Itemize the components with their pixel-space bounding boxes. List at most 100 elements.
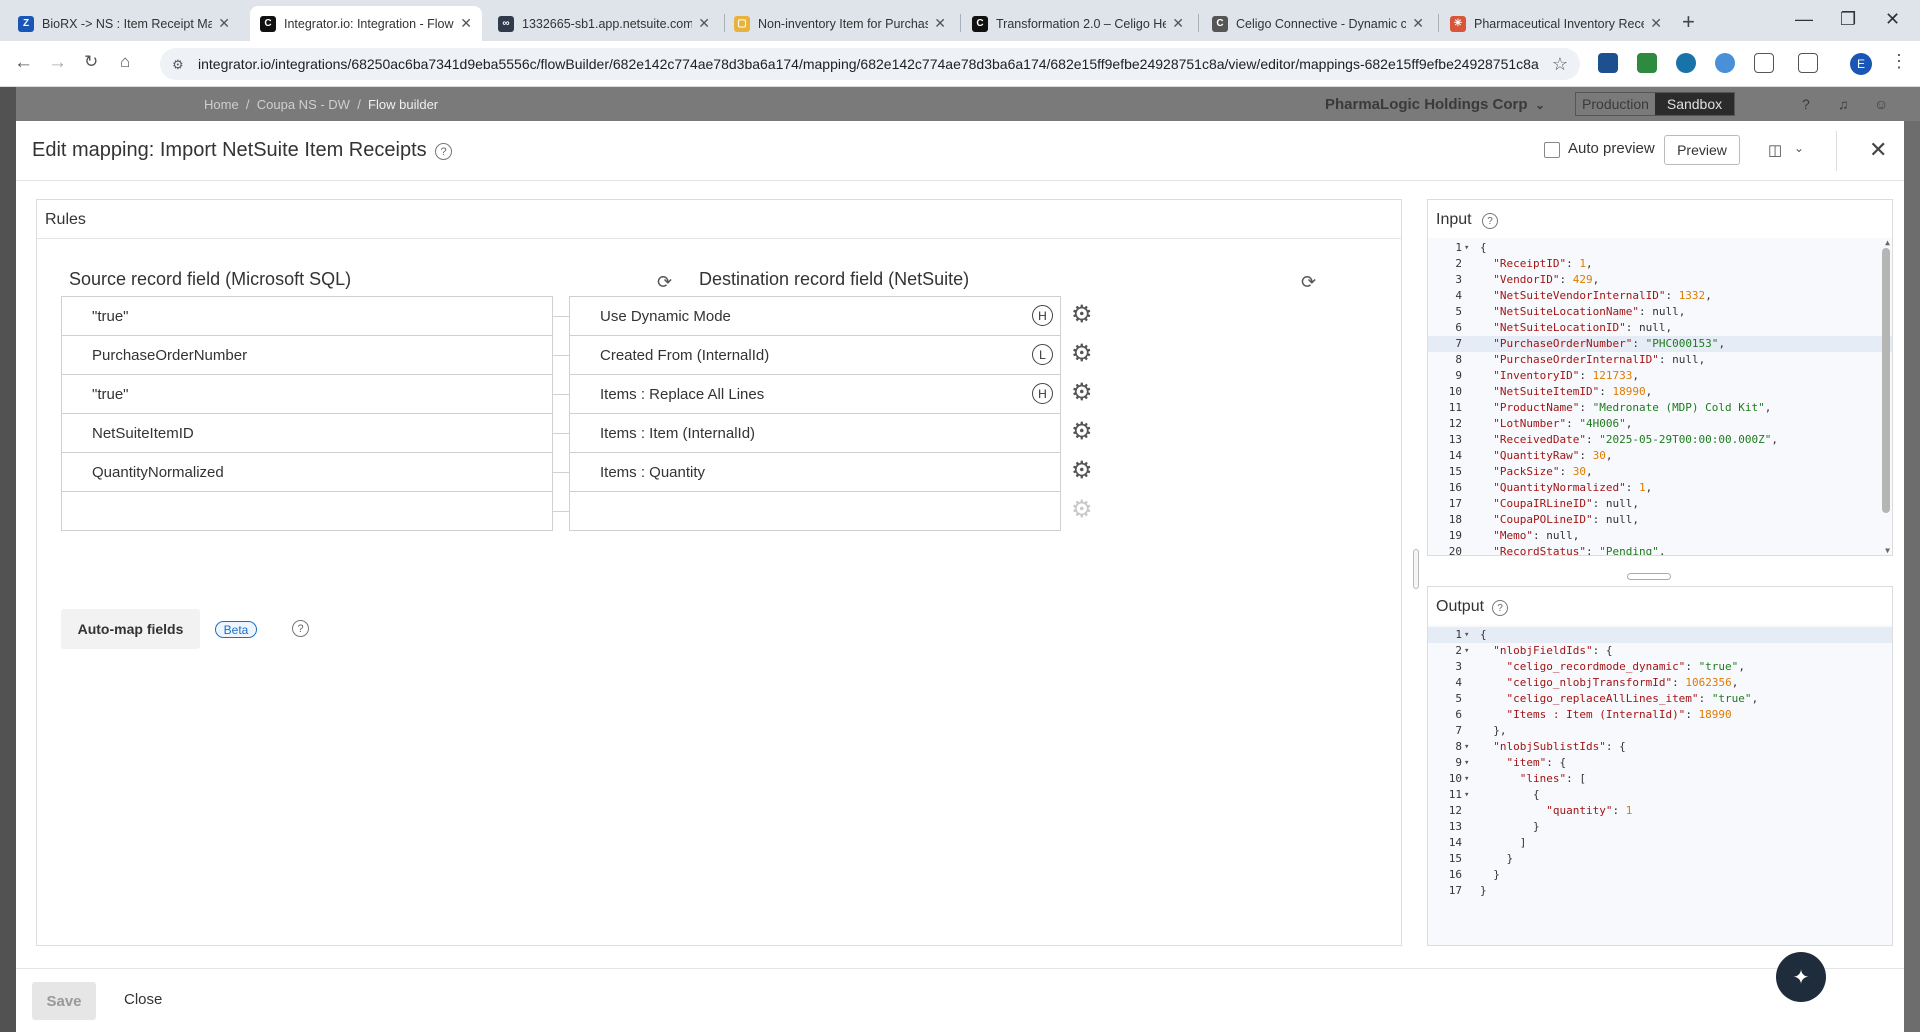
fold-toggle-icon[interactable]: ▾ [1464,643,1469,659]
code-text: "RecordStatus": "Pending", [1493,545,1666,555]
row-connector [553,472,569,473]
refresh-icon[interactable]: ⟳ [657,272,672,293]
tab-close-icon[interactable]: ✕ [698,15,710,32]
help-icon[interactable]: ? [1482,213,1498,229]
fold-toggle-icon[interactable]: ▾ [1464,771,1469,787]
gear-icon[interactable]: ⚙ [1071,459,1093,483]
source-field-input[interactable]: PurchaseOrderNumber [61,335,553,375]
destination-field-input[interactable]: Items : Item (InternalId) [569,413,1061,453]
input-panel: Input ? 20 "RecordStatus": "Pending", 19 … [1427,199,1893,556]
output-code-editor[interactable]: 17} 16 } 15 } 14 ] 13 } 12 "quantity": 1 11 ▾ {… [1428,625,1892,945]
line-number: 12 [1448,417,1462,430]
sidepanel-icon[interactable] [1798,53,1818,73]
new-tab-button[interactable]: + [1682,9,1695,35]
gear-icon[interactable]: ⚙ [1071,303,1093,327]
bell-icon[interactable]: ♫ [1838,96,1849,112]
tab-close-icon[interactable]: ✕ [460,15,472,32]
auto-map-fields-button[interactable]: Auto-map fields [61,609,200,649]
profile-avatar[interactable]: E [1850,53,1872,75]
scrollbar[interactable] [1882,248,1890,513]
source-field-input[interactable]: QuantityNormalized [61,452,553,492]
browser-tab[interactable]: Z BioRX -> NS : Item Receipt Map ✕ [8,6,240,41]
browser-tab[interactable]: ∞ 1332665-sb1.app.netsuite.com/ ✕ [488,6,720,41]
source-field-input[interactable] [61,491,553,531]
browser-tab[interactable]: C Integrator.io: Integration - Flow ✕ [250,6,482,41]
browser-tab[interactable]: ▢ Non-inventory Item for Purchase ✕ [724,6,956,41]
address-bar[interactable]: ⚙ integrator.io/integrations/68250ac6ba7… [160,48,1580,80]
reload-icon[interactable]: ↻ [84,52,98,72]
help-icon[interactable]: ? [435,143,452,160]
extension-icon-3[interactable] [1676,53,1696,73]
browser-menu-icon[interactable]: ⋮ [1890,51,1908,72]
editor-resize-handle[interactable] [1627,573,1671,580]
fold-toggle-icon[interactable]: ▾ [1464,240,1469,256]
back-icon[interactable]: ← [14,52,33,74]
code-line: 1 ▾ { [1428,627,1892,643]
code-text: "Memo": null, [1493,529,1580,542]
gear-icon[interactable]: ⚙ [1071,420,1093,444]
source-field-input[interactable]: "true" [61,374,553,414]
restore-icon[interactable]: ❐ [1840,9,1856,30]
forward-icon[interactable]: → [48,52,67,74]
chevron-down-icon[interactable]: ⌄ [1794,141,1804,155]
gear-icon[interactable]: ⚙ [1071,342,1093,366]
org-selector[interactable]: PharmaLogic Holdings Corp ⌄ [1325,96,1545,113]
bookmark-star-icon[interactable]: ☆ [1552,54,1568,75]
browser-tab[interactable]: C Celigo Connective - Dynamic co ✕ [1202,6,1434,41]
help-icon[interactable]: ? [1492,600,1508,616]
help-icon[interactable]: ? [292,620,309,637]
refresh-icon[interactable]: ⟳ [1301,272,1316,293]
input-title: Input [1436,211,1472,228]
destination-field-input[interactable]: Use Dynamic Mode [569,296,1061,336]
ai-assistant-button[interactable]: ✦ [1776,952,1826,1002]
browser-tab[interactable]: C Transformation 2.0 – Celigo Help ✕ [962,6,1194,41]
header-divider [1836,131,1837,171]
scroll-down-icon[interactable]: ▼ [1885,546,1890,555]
help-icon[interactable]: ? [1802,96,1810,112]
extension-icon-1[interactable] [1598,53,1618,73]
window-close-icon[interactable]: ✕ [1885,9,1900,30]
preview-button[interactable]: Preview [1664,135,1740,165]
destination-field-input[interactable] [569,491,1061,531]
layout-icon[interactable]: ◫ [1768,141,1782,159]
input-code-editor[interactable]: 20 "RecordStatus": "Pending", 19 "Memo": … [1428,238,1892,555]
tab-close-icon[interactable]: ✕ [934,15,946,32]
home-icon[interactable]: ⌂ [120,52,130,72]
gear-icon[interactable]: ⚙ [1071,381,1093,405]
tab-close-icon[interactable]: ✕ [1650,15,1662,32]
browser-tab[interactable]: ✳ Pharmaceutical Inventory Recei ✕ [1440,6,1672,41]
auto-preview-checkbox[interactable] [1544,142,1560,158]
panel-resize-handle[interactable] [1413,549,1419,589]
site-info-icon[interactable]: ⚙ [172,57,186,72]
destination-field-input[interactable]: Items : Quantity [569,452,1061,492]
destination-field-input[interactable]: Items : Replace All Lines [569,374,1061,414]
fold-toggle-icon[interactable]: ▾ [1464,755,1469,771]
fold-toggle-icon[interactable]: ▾ [1464,627,1469,643]
code-line: 8 "PurchaseOrderInternalID": null, [1428,352,1892,368]
fold-toggle-icon[interactable]: ▾ [1464,739,1469,755]
row-connector [553,316,569,317]
source-field-input[interactable]: NetSuiteItemID [61,413,553,453]
env-sandbox[interactable]: Sandbox [1655,93,1734,115]
extensions-puzzle-icon[interactable] [1754,53,1774,73]
tab-close-icon[interactable]: ✕ [218,15,230,32]
code-text: "CoupaPOLineID": null, [1493,513,1639,526]
fold-toggle-icon[interactable]: ▾ [1464,787,1469,803]
env-production[interactable]: Production [1576,93,1655,115]
save-button[interactable]: Save [32,982,96,1020]
minimize-icon[interactable]: — [1795,9,1813,30]
tab-close-icon[interactable]: ✕ [1172,15,1184,32]
environment-toggle[interactable]: Production Sandbox [1575,92,1735,116]
close-icon[interactable]: ✕ [1869,137,1887,163]
user-icon[interactable]: ☺ [1874,96,1888,112]
scroll-up-icon[interactable]: ▲ [1885,238,1890,247]
extension-icon-4[interactable] [1715,53,1735,73]
breadcrumb-integration[interactable]: Coupa NS - DW [257,97,350,112]
source-field-input[interactable]: "true" [61,296,553,336]
extension-icon-2[interactable] [1637,53,1657,73]
breadcrumb-home[interactable]: Home [204,97,239,112]
tab-close-icon[interactable]: ✕ [1412,15,1424,32]
close-button[interactable]: Close [124,991,162,1008]
gear-icon[interactable]: ⚙ [1071,498,1093,522]
destination-field-input[interactable]: Created From (InternalId) [569,335,1061,375]
